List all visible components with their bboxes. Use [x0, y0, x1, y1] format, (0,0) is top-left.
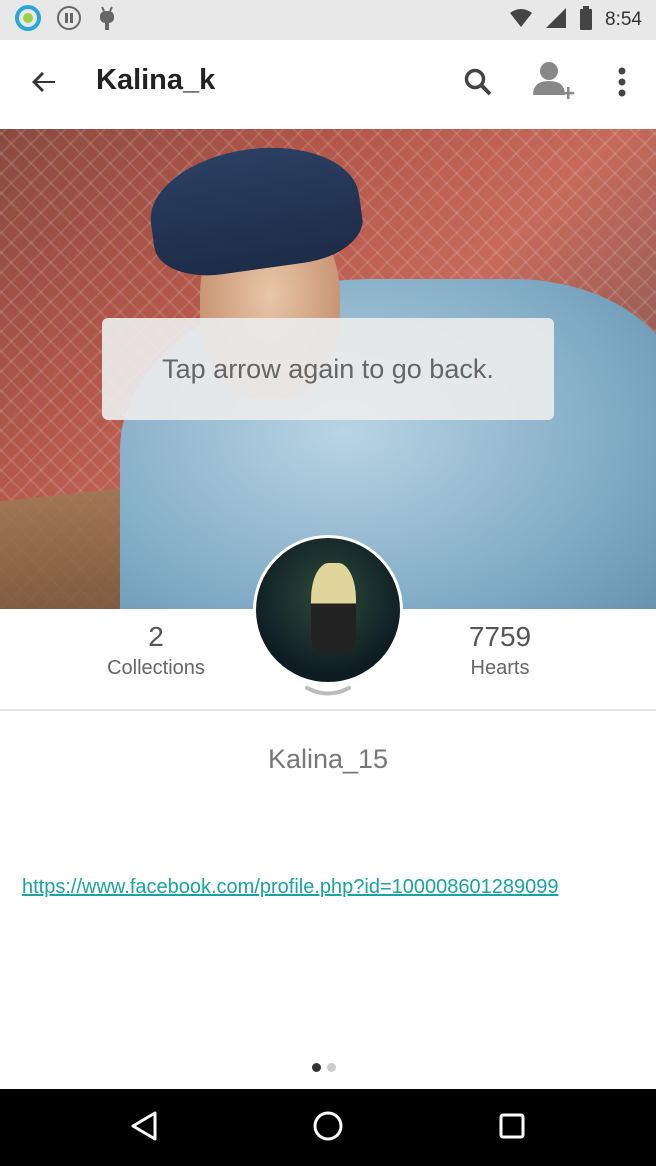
nav-home-button[interactable] [303, 1103, 353, 1153]
status-time: 8:54 [605, 9, 642, 30]
page-indicator [312, 1063, 336, 1072]
page-dot-active [312, 1063, 321, 1072]
add-friend-button[interactable] [526, 58, 582, 110]
hearts-stat[interactable]: 7759 Hearts [440, 621, 560, 680]
cell-signal-icon [545, 7, 567, 34]
more-vert-icon [617, 67, 627, 102]
status-bar: 8:54 [0, 0, 656, 40]
nav-recents-button[interactable] [487, 1103, 537, 1153]
android-debug-icon [96, 5, 118, 36]
search-icon [463, 67, 493, 102]
person-add-icon [531, 59, 577, 110]
wifi-icon [509, 7, 533, 34]
collections-stat[interactable]: 2 Collections [96, 621, 216, 680]
hearts-count: 7759 [468, 621, 532, 652]
hearts-label: Hearts [470, 657, 530, 679]
expand-profile-button[interactable] [304, 684, 352, 704]
more-options-button[interactable] [598, 60, 646, 108]
ring-app-icon [14, 4, 42, 37]
chevron-down-icon [305, 685, 351, 704]
circle-home-icon [312, 1110, 344, 1147]
collections-count: 2 [148, 621, 164, 652]
app-bar: Kalina_k [0, 40, 656, 129]
triangle-back-icon [129, 1110, 159, 1147]
profile-username: Kalina_15 [267, 744, 389, 774]
battery-icon [579, 5, 593, 35]
page-dot [327, 1063, 336, 1072]
status-icons-left [14, 4, 118, 37]
search-button[interactable] [454, 60, 502, 108]
system-nav-bar [0, 1089, 656, 1166]
nav-back-button[interactable] [119, 1103, 169, 1153]
collections-label: Collections [107, 657, 205, 679]
avatar[interactable] [253, 535, 403, 685]
back-button[interactable] [20, 60, 68, 108]
square-recents-icon [498, 1112, 526, 1145]
status-icons-right: 8:54 [509, 5, 642, 35]
page-title: Kalina_k [96, 64, 216, 96]
arrow-back-icon [31, 69, 57, 100]
toast-message: Tap arrow again to go back. [102, 318, 554, 420]
pause-icon [56, 5, 82, 36]
avatar-person-figure [311, 563, 356, 653]
profile-link[interactable]: https://www.facebook.com/profile.php?id=… [22, 876, 559, 899]
